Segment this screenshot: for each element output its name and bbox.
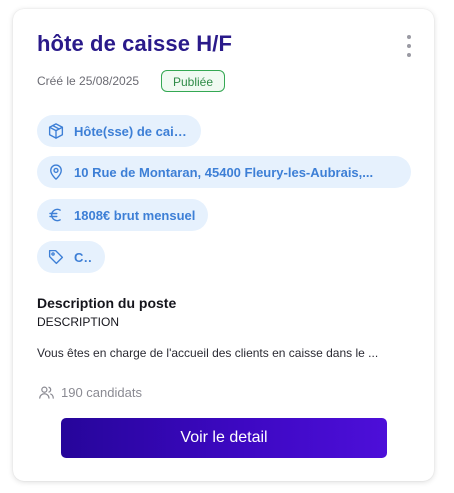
description-heading: Description du poste <box>37 295 177 311</box>
chip-contract: CDI <box>37 241 105 273</box>
more-vertical-icon-dot <box>407 35 411 39</box>
chip-address-label: 10 Rue de Montaran, 45400 Fleury-les-Aub… <box>74 164 374 180</box>
more-vertical-icon-dot <box>407 53 411 57</box>
job-offer-card: hôte de caisse H/F Créé le 25/08/2025 Pu… <box>13 9 434 481</box>
job-title: hôte de caisse H/F <box>37 31 232 56</box>
created-date: Créé le 25/08/2025 <box>37 74 140 88</box>
chip-contract-label: CDI <box>74 249 93 265</box>
chip-role: Hôte(sse) de caisse <box>37 115 201 147</box>
chip-salary: 1808€ brut mensuel <box>37 199 208 231</box>
tag-icon <box>47 248 65 266</box>
view-detail-button[interactable]: Voir le detail <box>61 418 387 458</box>
map-pin-icon <box>47 163 65 181</box>
candidates-count: 190 candidats <box>37 383 142 401</box>
chip-role-label: Hôte(sse) de caisse <box>74 123 189 139</box>
description-subheading: DESCRIPTION <box>37 315 120 329</box>
users-icon <box>37 383 55 401</box>
box-icon <box>47 122 65 140</box>
more-options-button[interactable] <box>402 35 416 57</box>
euro-icon <box>47 206 65 224</box>
page: hôte de caisse H/F Créé le 25/08/2025 Pu… <box>0 0 454 493</box>
candidates-label: 190 candidats <box>61 384 142 400</box>
chip-salary-label: 1808€ brut mensuel <box>74 207 196 223</box>
description-text: Vous êtes en charge de l'accueil des cli… <box>37 346 379 360</box>
status-badge: Publiée <box>161 70 226 92</box>
chip-address: 10 Rue de Montaran, 45400 Fleury-les-Aub… <box>37 156 411 188</box>
more-vertical-icon-dot <box>407 44 411 48</box>
